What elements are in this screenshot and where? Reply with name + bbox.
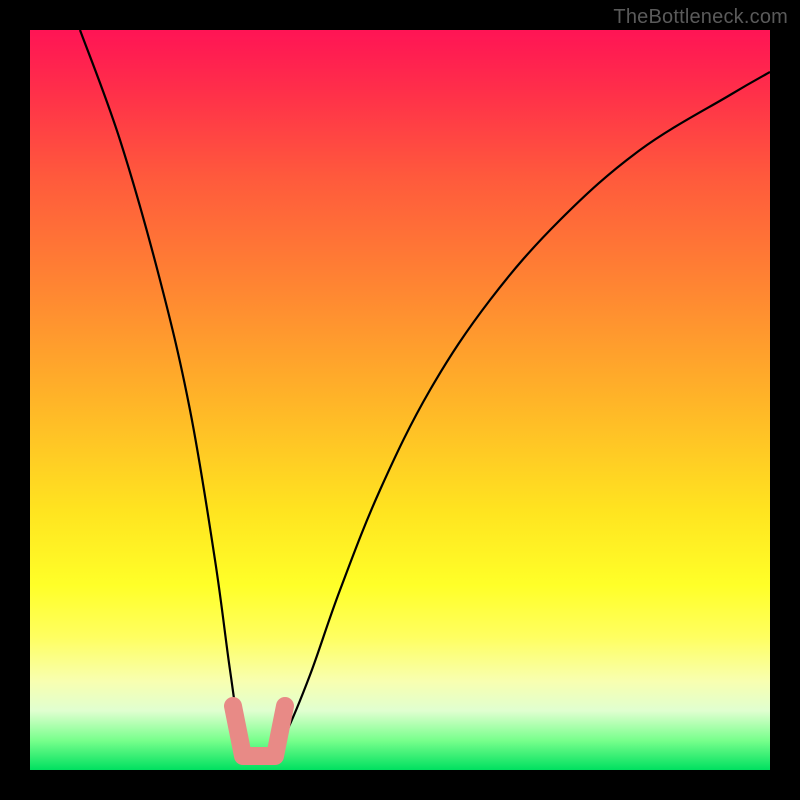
bottleneck-curve-svg (30, 30, 770, 770)
watermark-text: TheBottleneck.com (613, 6, 788, 29)
chart-plot-area (30, 30, 770, 770)
bottleneck-curve-line (80, 30, 770, 761)
optimal-range-band (233, 706, 285, 756)
